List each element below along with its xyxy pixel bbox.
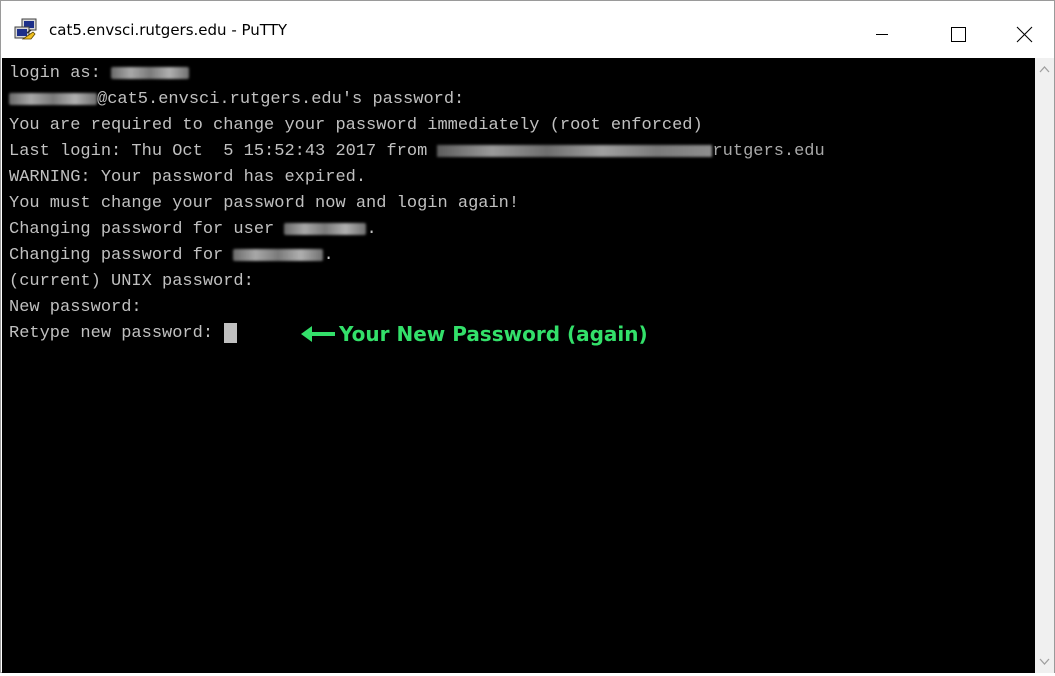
scroll-down-icon xyxy=(1039,658,1050,665)
left-arrow-icon xyxy=(301,326,335,342)
terminal-prompt-line[interactable]: Retype new password: xyxy=(9,322,238,346)
window-title: cat5.envsci.rutgers.edu - PuTTY xyxy=(49,21,288,39)
terminal-line: Last login: Thu Oct 5 15:52:43 2017 from… xyxy=(9,142,825,161)
putty-icon[interactable] xyxy=(13,17,39,43)
terminal-area[interactable]: login as: @cat5.envsci.rutgers.edu's pas… xyxy=(2,58,1035,673)
annotation-callout: Your New Password (again) xyxy=(301,322,648,346)
terminal-line: You are required to change your password… xyxy=(9,116,703,135)
vertical-scrollbar[interactable] xyxy=(1035,58,1054,673)
redacted-username xyxy=(233,248,324,261)
redacted-username xyxy=(284,222,367,235)
terminal-line: New password: xyxy=(9,298,142,317)
redacted-hostname xyxy=(437,144,713,157)
close-icon xyxy=(1016,26,1033,43)
terminal-line: You must change your password now and lo… xyxy=(9,194,520,213)
maximize-icon xyxy=(951,27,966,42)
scroll-up-button[interactable] xyxy=(1035,60,1054,79)
annotation-text: Your New Password (again) xyxy=(339,322,648,346)
terminal-line: Changing password for . xyxy=(9,246,334,265)
terminal-line: WARNING: Your password has expired. xyxy=(9,168,367,187)
maximize-button[interactable] xyxy=(935,1,981,57)
redacted-username xyxy=(9,92,97,105)
terminal-line: Changing password for user . xyxy=(9,220,377,239)
terminal-line: (current) UNIX password: xyxy=(9,272,254,291)
minimize-icon xyxy=(876,34,888,35)
close-button[interactable] xyxy=(1008,1,1054,57)
scroll-up-icon xyxy=(1039,66,1050,73)
putty-window: cat5.envsci.rutgers.edu - PuTTY login as… xyxy=(0,0,1055,673)
title-bar[interactable]: cat5.envsci.rutgers.edu - PuTTY xyxy=(1,1,1054,57)
redacted-username xyxy=(111,66,190,79)
terminal-line: login as: xyxy=(9,62,190,86)
terminal-line: @cat5.envsci.rutgers.edu's password: xyxy=(9,88,464,112)
terminal-cursor xyxy=(224,322,238,343)
minimize-button[interactable] xyxy=(858,1,904,57)
scroll-down-button[interactable] xyxy=(1035,652,1054,671)
